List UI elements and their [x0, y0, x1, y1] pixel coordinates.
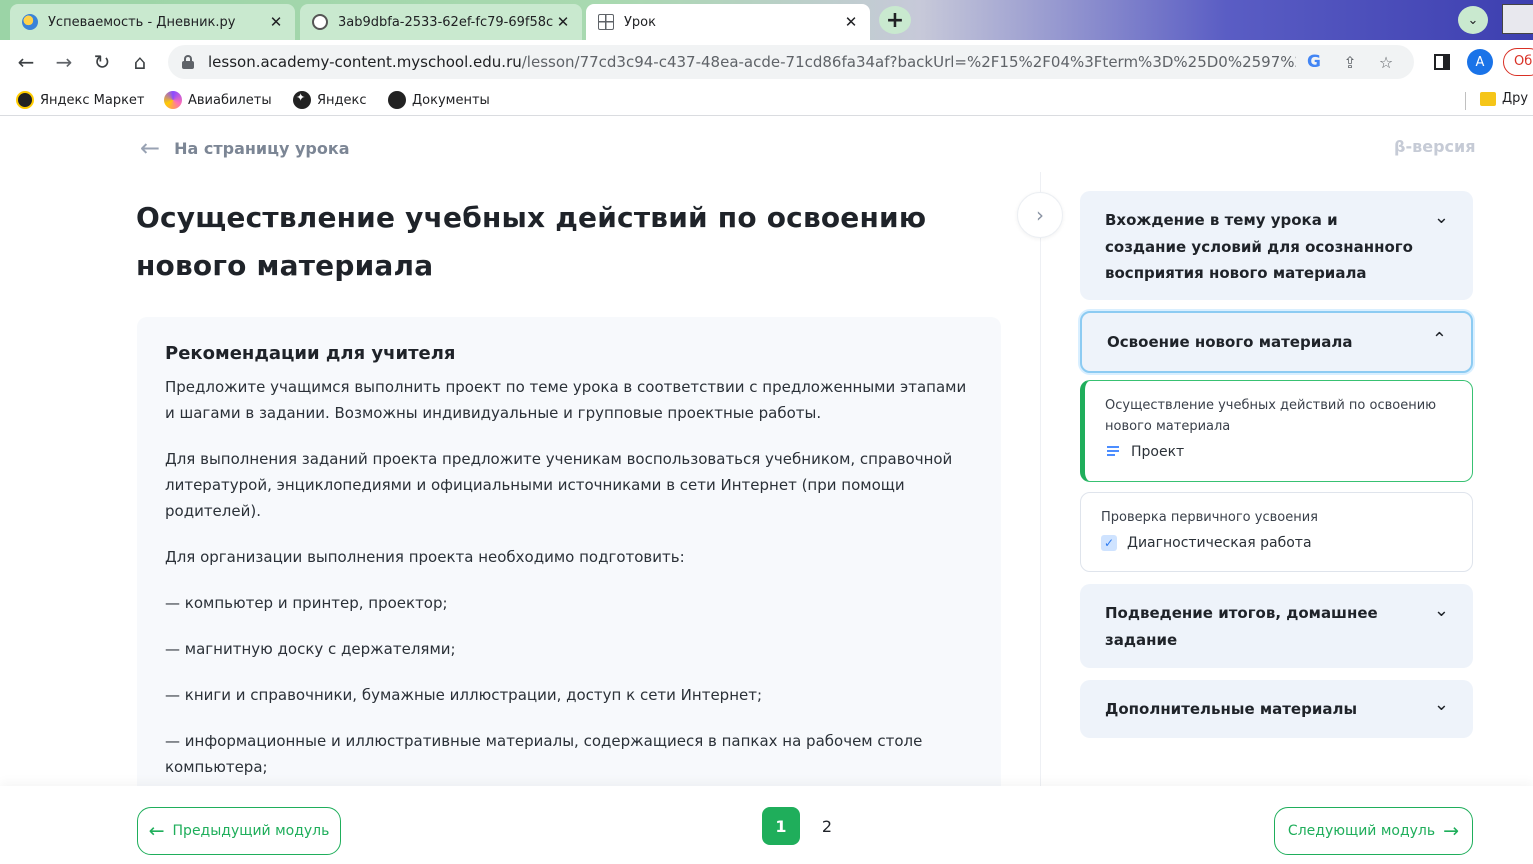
sidebar-section-summary[interactable]: Подведение итогов, домашнее задание ⌄ [1080, 584, 1473, 668]
close-icon[interactable]: ✕ [267, 13, 285, 31]
window-control[interactable] [1502, 4, 1533, 34]
bookmark-yandex[interactable]: Яндекс [293, 91, 367, 109]
next-module-button[interactable]: Следующий модуль → [1274, 807, 1473, 855]
bookmark-label: Дру [1502, 91, 1529, 106]
item-title: Проверка первичного усвоения [1101, 510, 1318, 525]
page-number-1[interactable]: 1 [762, 807, 800, 845]
avia-icon [164, 91, 182, 109]
recommendation-list-item: — компьютер и принтер, проектор; [165, 594, 448, 612]
page-number-2[interactable]: 2 [808, 807, 846, 845]
profile-button[interactable]: A [1466, 48, 1494, 76]
back-to-lesson-link[interactable]: ← На страницу урока [140, 134, 350, 162]
yandex-icon [293, 91, 311, 109]
folder-icon [1480, 91, 1496, 106]
new-tab-button[interactable]: + [879, 6, 911, 34]
tab-title: Успеваемость - Дневник.ру [48, 14, 236, 30]
teacher-recommendations-card: Рекомендации для учителя Предложите учащ… [137, 317, 1001, 797]
google-icon[interactable]: G [1296, 48, 1332, 76]
bookmark-aviabilety[interactable]: Авиабилеты [164, 91, 272, 109]
page-title: Осуществление учебных действий по освоен… [136, 201, 927, 282]
item-tag-label: Диагностическая работа [1127, 535, 1312, 551]
globe-icon [312, 14, 328, 30]
bookmark-label: Документы [412, 92, 490, 108]
grid-favicon-icon [598, 14, 614, 30]
item-tag: Проект [1105, 444, 1452, 460]
forward-arrow-icon[interactable]: → [50, 48, 78, 76]
browser-toolbar: ← → ↻ ⌂ lesson.academy-content.myschool.… [0, 40, 1533, 84]
lock-icon[interactable] [182, 55, 194, 69]
chevron-down-icon: ⌄ [1433, 600, 1449, 621]
sidebar-item-project[interactable]: Осуществление учебных действий по освоен… [1080, 380, 1473, 482]
recommendation-paragraph: Для выполнения заданий проекта предложит… [165, 450, 953, 520]
recommendation-list-item: — информационные и иллюстративные матери… [165, 732, 923, 776]
diary-favicon-icon [22, 14, 38, 30]
avatar: A [1467, 49, 1493, 75]
beta-badge: β-версия [1394, 137, 1476, 156]
button-label: Предыдущий модуль [172, 823, 330, 839]
recommendations-heading: Рекомендации для учителя [165, 343, 456, 364]
url-text[interactable]: lesson.academy-content.myschool.edu.ru/l… [208, 53, 1296, 71]
bookmarks-bar: Яндекс Маркет Авиабилеты Яндекс Документ… [0, 84, 1533, 116]
content-divider [1040, 172, 1041, 792]
tab-title: Урок [624, 14, 656, 30]
bookmark-other[interactable]: Дру [1480, 91, 1528, 106]
recommendation-list-item: — книги и справочники, бумажные иллюстра… [165, 686, 763, 704]
home-icon[interactable]: ⌂ [126, 48, 154, 76]
section-title: Вхождение в тему урока и создание услови… [1105, 211, 1413, 282]
back-link-label: На страницу урока [174, 138, 350, 158]
recommendation-list-item: — магнитную доску с держателями; [165, 640, 456, 658]
recommendation-paragraph: Для организации выполнения проекта необх… [165, 548, 685, 566]
item-title: Осуществление учебных действий по освоен… [1105, 398, 1437, 434]
lesson-page: ← На страницу урока β-версия Осуществлен… [0, 124, 1533, 864]
arrow-left-icon: ← [148, 820, 165, 842]
close-icon[interactable]: ✕ [842, 13, 860, 31]
checkbox-checked-icon: ✓ [1101, 535, 1117, 551]
section-title: Подведение итогов, домашнее задание [1105, 604, 1378, 649]
browser-tab-diary[interactable]: Успеваемость - Дневник.ру ✕ [10, 4, 295, 40]
bookmark-label: Яндекс Маркет [40, 92, 145, 108]
chevron-down-icon: ⌄ [1433, 207, 1449, 228]
collapse-sidebar-button[interactable]: › [1017, 192, 1063, 238]
browser-tab-guid[interactable]: 3ab9dbfa-2533-62ef-fc79-69f58c ✕ [300, 4, 582, 40]
browser-tabstrip: Успеваемость - Дневник.ру ✕ 3ab9dbfa-253… [0, 0, 1533, 40]
bookmark-label: Яндекс [317, 92, 367, 108]
address-bar[interactable]: lesson.academy-content.myschool.edu.ru/l… [168, 45, 1414, 79]
sidebar-item-diagnostic[interactable]: Проверка первичного усвоения ✓ Диагности… [1080, 492, 1473, 572]
arrow-left-icon: ← [140, 134, 161, 162]
button-label: Следующий модуль [1287, 823, 1436, 839]
side-panel-icon [1434, 54, 1450, 70]
arrow-right-icon: → [1443, 820, 1460, 842]
bookmarks-divider [1465, 92, 1466, 110]
chevron-up-icon: ⌃ [1431, 329, 1447, 350]
tab-search-button[interactable]: ⌄ [1458, 6, 1488, 34]
side-panel-button[interactable] [1428, 48, 1456, 76]
bookmark-documents[interactable]: Документы [388, 91, 490, 109]
star-icon[interactable]: ☆ [1368, 48, 1404, 76]
browser-tab-lesson[interactable]: Урок ✕ [586, 4, 870, 40]
sidebar-section-additional[interactable]: Дополнительные материалы ⌄ [1080, 680, 1473, 738]
chevron-down-icon: ⌄ [1433, 694, 1449, 715]
recommendation-paragraph: Предложите учащимся выполнить проект по … [165, 378, 967, 422]
tab-title: 3ab9dbfa-2533-62ef-fc79-69f58c [338, 14, 554, 30]
back-arrow-icon[interactable]: ← [12, 48, 40, 76]
market-icon [16, 91, 34, 109]
section-title: Освоение нового материала [1107, 332, 1353, 351]
previous-module-button[interactable]: ← Предыдущий модуль [137, 807, 341, 855]
bookmark-yandex-market[interactable]: Яндекс Маркет [16, 91, 145, 109]
chevron-right-icon: › [1036, 203, 1044, 227]
close-icon[interactable]: ✕ [554, 13, 572, 31]
item-tag-label: Проект [1131, 444, 1185, 460]
sidebar-section-intro[interactable]: Вхождение в тему урока и создание услови… [1080, 191, 1473, 300]
update-button[interactable]: Об [1503, 48, 1533, 76]
share-icon[interactable]: ⇪ [1332, 48, 1368, 76]
section-title: Дополнительные материалы [1105, 699, 1358, 718]
bookmark-label: Авиабилеты [188, 92, 272, 108]
document-lines-icon [1105, 444, 1121, 460]
page-topbar: ← На страницу урока β-версия [0, 124, 1533, 172]
sidebar-section-new-material[interactable]: Освоение нового материала ⌃ [1080, 311, 1473, 373]
documents-icon [388, 91, 406, 109]
reload-icon[interactable]: ↻ [88, 48, 116, 76]
item-tag: ✓ Диагностическая работа [1101, 535, 1452, 551]
